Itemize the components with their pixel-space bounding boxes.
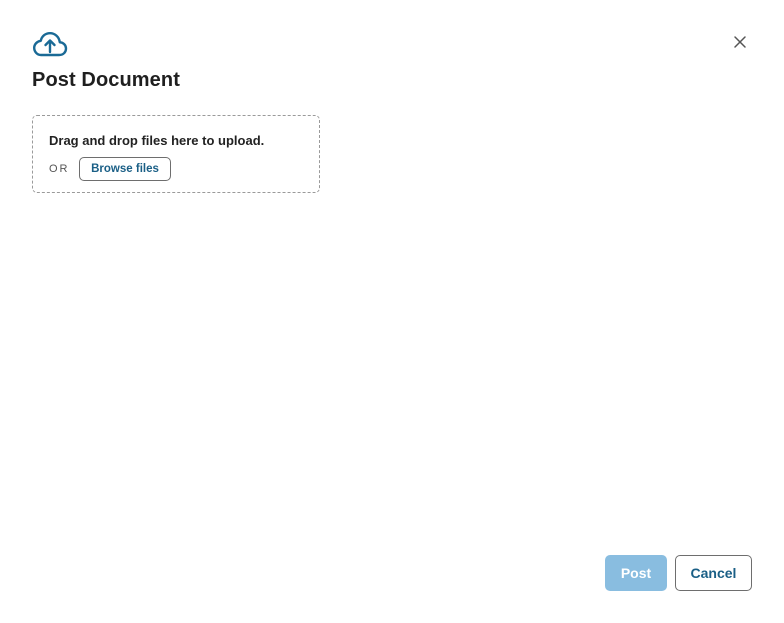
close-button[interactable] [728, 30, 752, 54]
dropzone-instruction: Drag and drop files here to upload. [49, 133, 265, 148]
cloud-upload-icon [32, 30, 68, 58]
or-label: OR [49, 163, 70, 175]
post-document-dialog: Post Document Drag and drop files here t… [0, 0, 784, 623]
browse-files-button[interactable]: Browse files [79, 157, 171, 181]
cancel-button[interactable]: Cancel [675, 555, 752, 591]
post-button[interactable]: Post [605, 555, 667, 591]
dialog-title: Post Document [32, 69, 180, 91]
file-dropzone[interactable]: Drag and drop files here to upload. OR B… [32, 115, 320, 193]
close-icon [734, 36, 746, 48]
